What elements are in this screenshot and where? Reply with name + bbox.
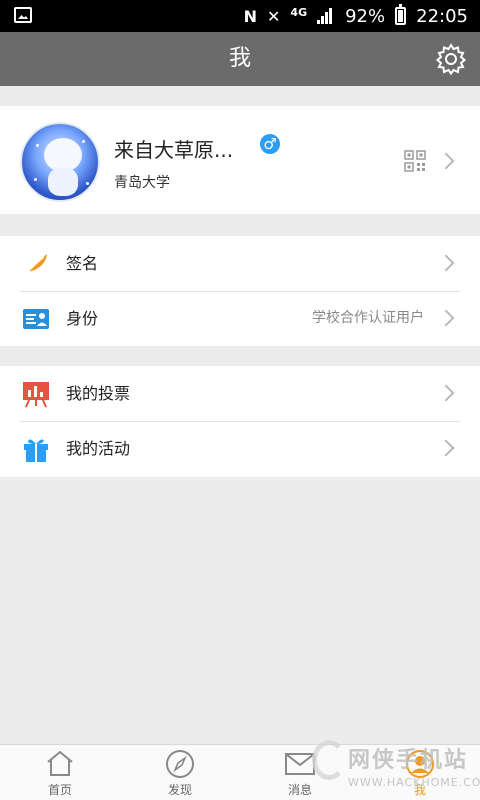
list-item-signature[interactable]: 签名 — [0, 236, 480, 291]
nfc-icon: N — [243, 6, 258, 26]
home-icon — [47, 750, 73, 776]
avatar[interactable] — [20, 122, 100, 202]
my-activities-label: 我的活动 — [66, 439, 131, 458]
feather-icon — [24, 254, 47, 276]
battery-icon — [395, 4, 407, 25]
watermark-logo-icon — [312, 740, 346, 780]
id-card-icon — [23, 309, 49, 329]
profile-name: 来自大草原... — [114, 138, 234, 162]
chevron-right-icon — [437, 384, 455, 402]
compass-icon — [166, 750, 194, 778]
tab-discover-label: 发现 — [167, 783, 192, 797]
signal-icon — [317, 8, 335, 24]
list-item-identity[interactable]: 身份 学校合作认证用户 — [0, 291, 480, 346]
gift-icon — [24, 439, 48, 462]
gallery-notification-icon — [14, 7, 32, 23]
clock: 22:05 — [416, 5, 468, 27]
tab-discover[interactable]: 发现 — [120, 745, 240, 800]
page-title: 我 — [228, 46, 251, 71]
watermark-url: WWW.HACKHOME.COM — [348, 776, 480, 789]
status-bar: N ✕ 4G 92% 22:05 — [0, 0, 480, 32]
identity-value: 学校合作认证用户 — [312, 310, 424, 326]
vibrate-mute-icon: ✕ — [267, 6, 281, 26]
profile-school: 青岛大学 — [114, 175, 170, 191]
my-votes-label: 我的投票 — [66, 384, 131, 403]
watermark-text: 网侠手机站 — [348, 748, 469, 773]
qr-code-icon[interactable] — [404, 150, 426, 172]
chevron-right-icon — [437, 439, 455, 457]
chevron-right-icon — [437, 309, 455, 327]
vote-chart-icon — [23, 382, 49, 408]
watermark: 网侠手机站 WWW.HACKHOME.COM — [308, 734, 480, 800]
list-item-my-activities[interactable]: 我的活动 — [0, 421, 480, 476]
gear-icon[interactable] — [434, 42, 468, 76]
signature-label: 签名 — [66, 254, 99, 273]
battery-percent: 92% — [345, 5, 386, 27]
tab-home-label: 首页 — [47, 783, 72, 797]
tab-home[interactable]: 首页 — [0, 745, 120, 800]
identity-label: 身份 — [66, 309, 99, 328]
list-item-my-votes[interactable]: 我的投票 — [0, 366, 480, 421]
wifi-icon: 4G — [290, 5, 308, 19]
chevron-right-icon — [437, 254, 455, 272]
app-header: 我 — [0, 32, 480, 86]
male-gender-icon: ♂ — [260, 134, 280, 154]
